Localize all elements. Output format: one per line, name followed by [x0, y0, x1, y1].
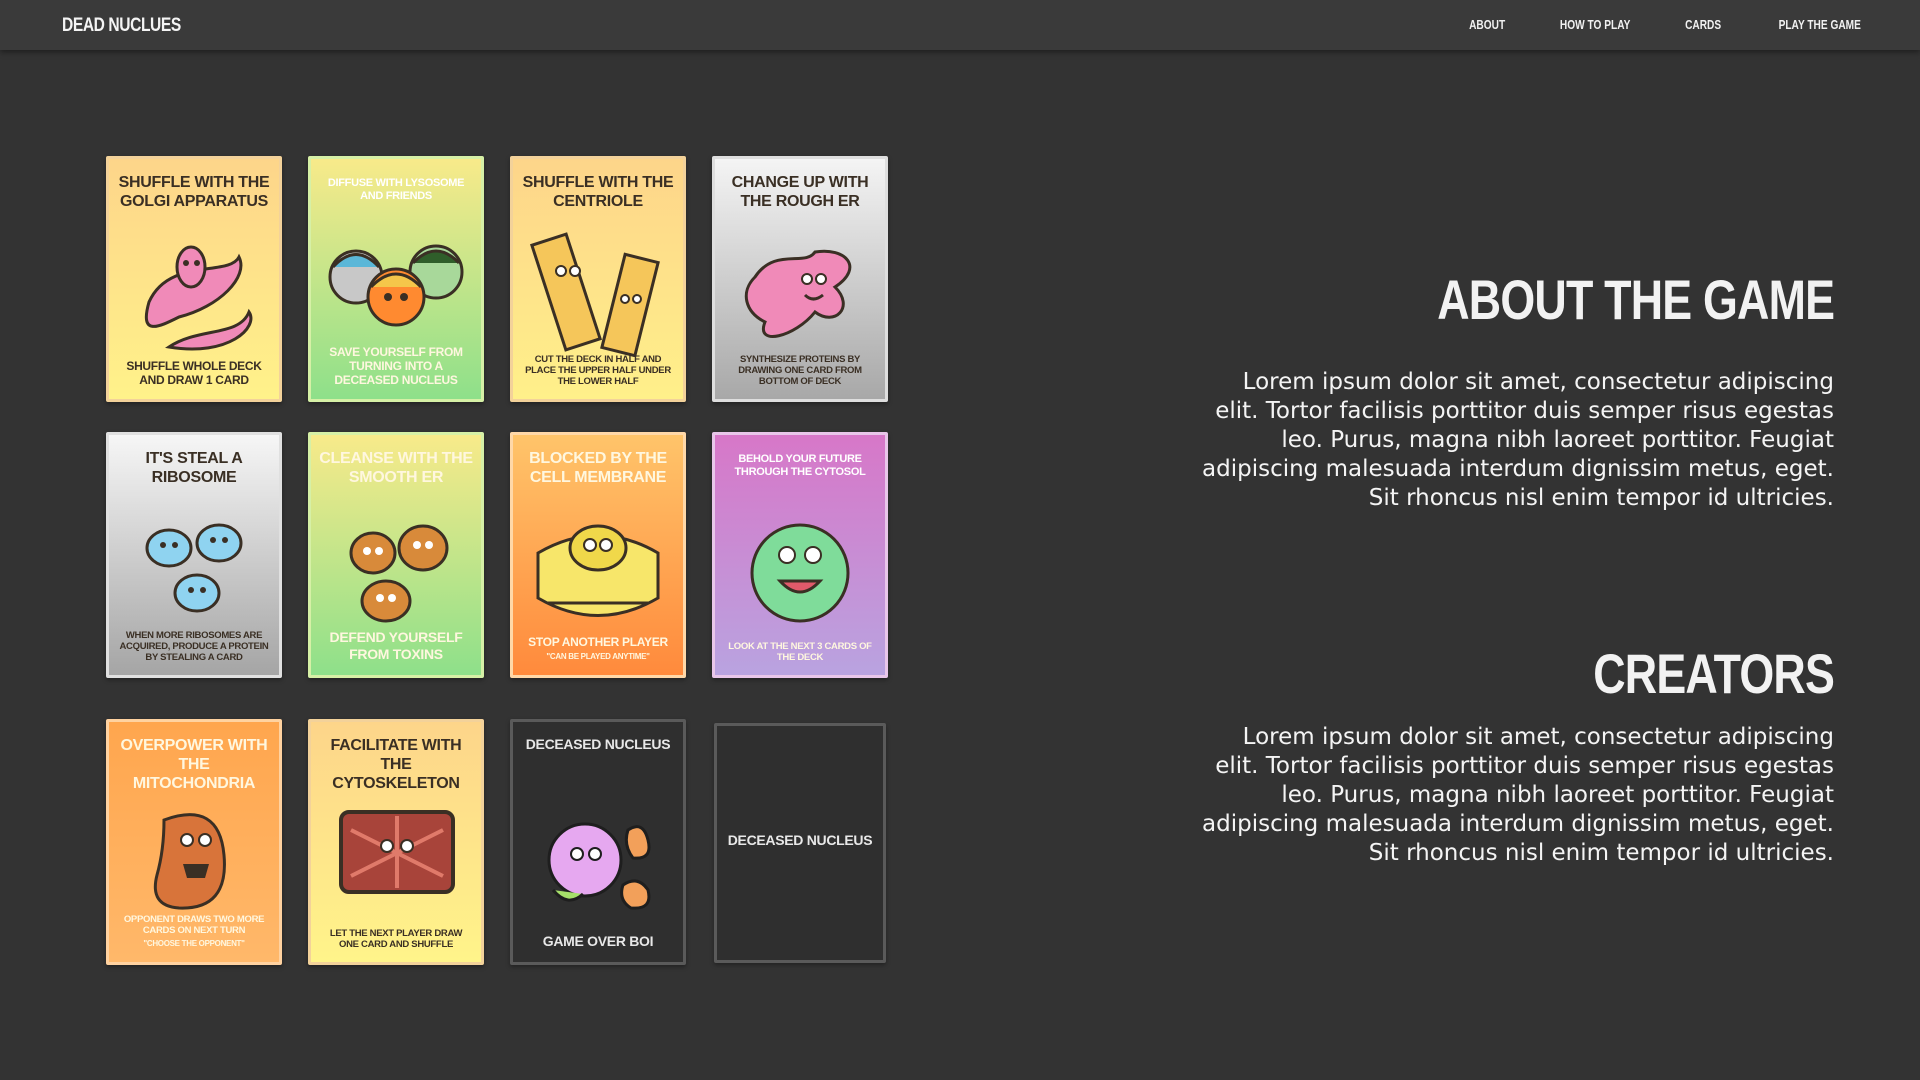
nav-links: ABOUT HOW TO PLAY CARDS PLAY THE GAME	[1424, 17, 1872, 32]
card-footer-text: STOP ANOTHER PLAYER	[528, 635, 668, 649]
card-footer: GAME OVER BOI	[542, 933, 654, 949]
nav-link-play-the-game[interactable]: PLAY THE GAME	[1778, 17, 1860, 32]
card-title: BLOCKED BY THE CELL MEMBRANE	[529, 450, 667, 486]
card-note: "CHOOSE THE OPPONENT"	[143, 939, 245, 948]
card-footer: LET THE NEXT PLAYER DRAW ONE CARD AND SH…	[329, 928, 463, 950]
card-ribosome[interactable]: IT'S STEAL A RIBOSOME WHEN MORE RIBOSOME…	[106, 432, 282, 678]
card-lysosome[interactable]: DIFFUSE WITH LYSOSOME AND FRIENDS SAVE Y…	[308, 156, 484, 402]
card-deceased-nucleus[interactable]: DECEASED NUCLEUS GAME OVER BOI	[510, 719, 686, 965]
creators-heading: CREATORS	[1593, 642, 1835, 705]
creators-text: Lorem ipsum dolor sit amet, consectetur …	[1202, 724, 1834, 866]
brand-logo[interactable]: DEAD NUCLUES	[62, 15, 181, 37]
cell-membrane-icon	[536, 524, 660, 617]
card-footer: LOOK AT THE NEXT 3 CARDS OF THE DECK	[728, 641, 872, 663]
card-title: DIFFUSE WITH LYSOSOME AND FRIENDS	[327, 177, 465, 202]
cytoskeleton-icon	[339, 810, 455, 894]
card-title: CLEANSE WITH THE SMOOTH ER	[319, 450, 473, 486]
top-navbar: DEAD NUCLUES ABOUT HOW TO PLAY CARDS PLA…	[0, 0, 1920, 50]
card-cell-membrane[interactable]: BLOCKED BY THE CELL MEMBRANE STOP ANOTHE…	[510, 432, 686, 678]
mitochondria-icon	[153, 813, 226, 910]
card-footer: STOP ANOTHER PLAYER "CAN BE PLAYED ANYTI…	[523, 635, 673, 663]
ribosome-icon	[145, 523, 243, 613]
card-cytoskeleton[interactable]: FACILITATE WITH THE CYTOSKELETON LET THE…	[308, 719, 484, 965]
card-back-title: DECEASED NUCLEUS	[727, 832, 873, 848]
card-footer-text: OPPONENT DRAWS TWO MORE CARDS ON NEXT TU…	[123, 914, 265, 936]
deceased-nucleus-icon	[547, 822, 651, 910]
card-footer: SAVE YOURSELF FROM TURNING INTO A DECEAS…	[329, 345, 463, 387]
card-footer: DEFEND YOURSELF FROM TOXINS	[329, 629, 463, 662]
card-footer: SYNTHESIZE PROTEINS BY DRAWING ONE CARD …	[738, 354, 862, 387]
card-title: SHUFFLE WITH THE GOLGI APPARATUS	[118, 174, 270, 210]
card-footer: SHUFFLE WHOLE DECK AND DRAW 1 CARD	[126, 359, 262, 387]
card-footer: CUT THE DECK IN HALF AND PLACE THE UPPER…	[525, 354, 671, 387]
card-note: "CAN BE PLAYED ANYTIME"	[546, 652, 650, 661]
card-centriole[interactable]: SHUFFLE WITH THE CENTRIOLE CUT THE DECK …	[510, 156, 686, 402]
lysosome-icon	[328, 244, 464, 327]
nav-link-about[interactable]: ABOUT	[1469, 17, 1505, 32]
card-title: SHUFFLE WITH THE CENTRIOLE	[522, 174, 674, 210]
card-title: DECEASED NUCLEUS	[525, 736, 671, 752]
card-title: CHANGE UP WITH THE ROUGH ER	[731, 174, 869, 210]
about-heading: ABOUT THE GAME	[1437, 268, 1835, 331]
card-title: IT'S STEAL A RIBOSOME	[145, 450, 243, 486]
cytosol-icon	[750, 523, 850, 623]
nav-link-cards[interactable]: CARDS	[1685, 17, 1721, 32]
card-smooth-er[interactable]: CLEANSE WITH THE SMOOTH ER DEFEND YOURSE…	[308, 432, 484, 678]
card-mitochondria[interactable]: OVERPOWER WITH THE MITOCHONDRIA OPPONENT…	[106, 719, 282, 965]
card-footer: WHEN MORE RIBOSOMES ARE ACQUIRED, PRODUC…	[119, 630, 269, 663]
card-title: BEHOLD YOUR FUTURE THROUGH THE CYTOSOL	[734, 453, 866, 478]
card-footer: OPPONENT DRAWS TWO MORE CARDS ON NEXT TU…	[119, 914, 269, 950]
card-cytosol[interactable]: BEHOLD YOUR FUTURE THROUGH THE CYTOSOL L…	[712, 432, 888, 678]
card-golgi-apparatus[interactable]: SHUFFLE WITH THE GOLGI APPARATUS SHUFFLE…	[106, 156, 282, 402]
cards-grid: SHUFFLE WITH THE GOLGI APPARATUS SHUFFLE…	[106, 156, 896, 966]
card-back-deceased-nucleus[interactable]: DECEASED NUCLEUS	[714, 723, 886, 963]
about-text: Lorem ipsum dolor sit amet, consectetur …	[1202, 369, 1834, 511]
card-rough-er[interactable]: CHANGE UP WITH THE ROUGH ER SYNTHESIZE P…	[712, 156, 888, 402]
rough-er-icon	[744, 249, 852, 338]
golgi-apparatus-icon	[144, 245, 253, 351]
smooth-er-icon	[349, 524, 449, 623]
centriole-icon	[529, 232, 660, 357]
nav-link-how-to-play[interactable]: HOW TO PLAY	[1560, 17, 1630, 32]
